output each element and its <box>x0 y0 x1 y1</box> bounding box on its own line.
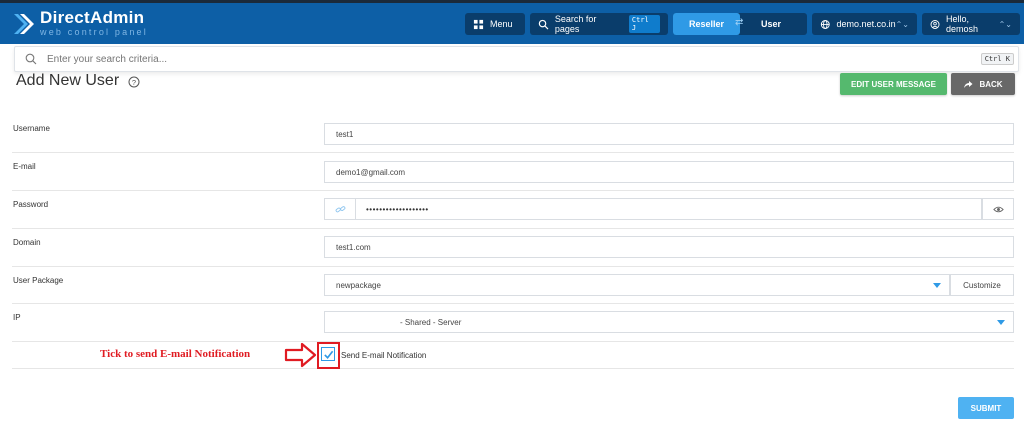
help-icon[interactable]: ? <box>128 76 140 88</box>
grid-icon <box>473 19 484 29</box>
menu-button[interactable]: Menu <box>465 13 525 35</box>
search-shortcut: Ctrl J <box>628 15 660 33</box>
top-navbar: DirectAdmin web control panel Menu Searc… <box>0 0 1024 44</box>
user-menu[interactable]: Hello, demosh ⌃⌄ <box>922 13 1020 35</box>
logo-tagline: web control panel <box>40 27 148 37</box>
search-icon <box>538 19 549 29</box>
chevron-down-icon <box>997 320 1005 325</box>
ip-select[interactable]: - Shared - Server <box>324 311 1014 333</box>
updown-icon: ⌃⌄ <box>895 19 909 29</box>
eye-icon <box>992 206 1004 212</box>
email-label: E-mail <box>13 162 36 171</box>
package-select[interactable]: newpackage <box>324 274 950 296</box>
domain-input[interactable]: test1.com <box>324 236 1014 258</box>
form-row-email: E-mail demo1@gmail.com <box>12 153 1014 191</box>
ip-value: - Shared - Server <box>400 317 462 327</box>
submit-button[interactable]: SUBMIT <box>958 397 1014 419</box>
checkmark-icon <box>323 350 333 359</box>
role-reseller-tab[interactable]: Reseller <box>673 13 740 35</box>
annotation-arrow-icon <box>284 342 317 368</box>
password-label: Password <box>13 200 49 209</box>
greeting-label: Hello, demosh <box>946 14 979 34</box>
search-pages-button[interactable]: Search for pages Ctrl J <box>530 13 668 35</box>
send-notification-label[interactable]: Send E-mail Notification <box>341 351 426 360</box>
form-row-ip: IP - Shared - Server <box>12 304 1014 342</box>
chevron-down-icon <box>933 283 941 288</box>
updown-icon: ⌃⌄ <box>998 19 1012 29</box>
global-search-bar[interactable]: Ctrl K <box>14 46 1019 72</box>
ip-label: IP <box>13 313 21 322</box>
package-label: User Package <box>13 276 64 285</box>
back-button[interactable]: BACK <box>951 73 1015 95</box>
globe-icon <box>820 19 830 29</box>
domain-selector[interactable]: demo.net.co.in ⌃⌄ <box>812 13 917 35</box>
share-arrow-icon <box>964 81 973 88</box>
edit-user-message-button[interactable]: EDIT USER MESSAGE <box>840 73 947 95</box>
link-icon <box>335 205 345 212</box>
page-title: Add New User <box>16 72 120 89</box>
role-user-tab[interactable]: User <box>761 13 781 35</box>
logo-name: DirectAdmin <box>40 8 145 27</box>
domain-label: demo.net.co.in <box>836 19 896 29</box>
email-input[interactable]: demo1@gmail.com <box>324 161 1014 183</box>
search-icon <box>25 53 37 65</box>
generate-password-button[interactable] <box>324 198 356 220</box>
package-value: newpackage <box>336 280 381 290</box>
customize-button[interactable]: Customize <box>950 274 1014 296</box>
svg-text:?: ? <box>132 78 136 87</box>
form-row-password: Password ••••••••••••••••••• <box>12 191 1014 229</box>
user-circle-icon <box>930 19 940 29</box>
username-input[interactable]: test1 <box>324 123 1014 145</box>
form-row-username: Username test1 <box>12 114 1014 153</box>
menu-label: Menu <box>490 19 513 29</box>
domain-label: Domain <box>13 238 41 247</box>
password-input[interactable]: ••••••••••••••••••• <box>356 198 982 220</box>
form-row-package: User Package newpackage Customize <box>12 267 1014 304</box>
search-shortcut-hint: Ctrl K <box>980 53 1014 65</box>
show-password-button[interactable] <box>982 198 1014 220</box>
form-row-domain: Domain test1.com <box>12 229 1014 267</box>
directadmin-logo-icon <box>12 12 34 36</box>
back-label: BACK <box>979 79 1003 89</box>
swap-icon: ⇄ <box>735 17 744 28</box>
role-switcher[interactable]: Reseller ⇄ User <box>673 13 807 35</box>
send-notification-checkbox[interactable] <box>321 347 335 361</box>
logo[interactable]: DirectAdmin web control panel <box>12 8 148 37</box>
search-pages-label: Search for pages <box>554 14 597 34</box>
search-input[interactable] <box>47 53 947 65</box>
username-label: Username <box>13 124 50 133</box>
annotation-text: Tick to send E-mail Notification <box>100 348 251 360</box>
